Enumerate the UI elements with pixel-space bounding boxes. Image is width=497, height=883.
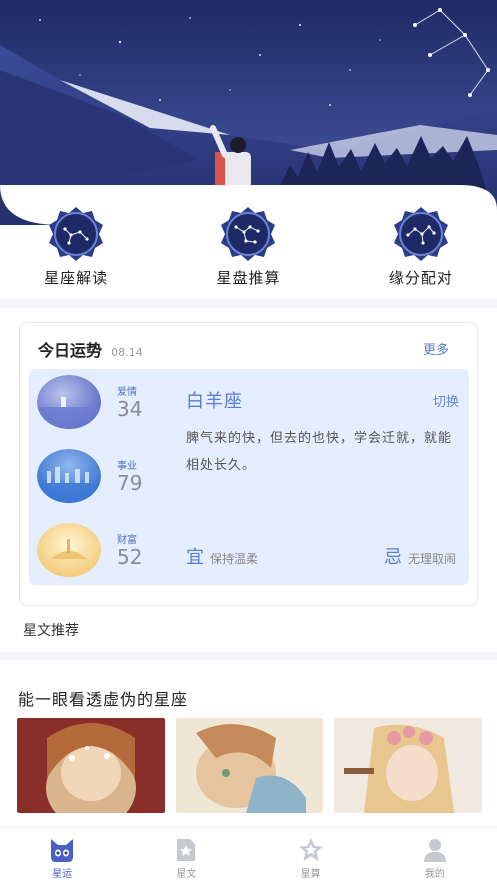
article-thumbnails [17, 718, 483, 813]
avoid-char: 忌 [383, 547, 402, 568]
card-header: 今日运势 08.14 更多 [38, 337, 449, 360]
stat-label: 财富 [117, 535, 137, 546]
card-date: 08.14 [111, 346, 143, 359]
constellation-badge-icon [219, 205, 277, 263]
constellation-badge-icon [392, 205, 450, 263]
tab-label: 星运 [52, 869, 73, 880]
cat-face-icon [48, 837, 76, 863]
love-image [37, 375, 101, 429]
card-title: 今日运势 [38, 341, 103, 360]
stat-value: 52 [117, 545, 143, 569]
more-link[interactable]: 更多 [423, 339, 449, 358]
quick-menu: 星座解读 星盘推算 缘分配对 [0, 205, 497, 297]
article-image[interactable] [17, 718, 165, 813]
section-divider [0, 652, 497, 660]
star-outline-icon [297, 837, 325, 863]
stat-career: 事业 79 [37, 449, 187, 505]
hero-banner [0, 0, 497, 225]
suitable-text: 保持温柔 [210, 552, 259, 566]
tab-star-articles[interactable]: 星文 [124, 828, 248, 883]
person-icon [421, 837, 449, 863]
menu-label: 星盘推算 [216, 269, 281, 287]
advice-row: 宜保持温柔 忌无理取闹 [186, 543, 456, 569]
menu-item-constellation-reading[interactable]: 星座解读 [0, 205, 162, 297]
document-star-icon [172, 837, 200, 863]
fortune-description: 脾气来的快，但去的也快，学会迁就，就能相处长久。 [186, 431, 453, 473]
daily-fortune-card: 今日运势 08.14 更多 爱情 34 事业 79 财富 52 白羊座 切换 脾… [19, 322, 478, 606]
fortune-panel: 爱情 34 事业 79 财富 52 白羊座 切换 脾气来的快，但去的也快，学会迁… [29, 369, 469, 585]
article-image[interactable] [175, 718, 324, 813]
section-divider [0, 298, 497, 308]
stat-label: 爱情 [117, 387, 137, 398]
zodiac-sign-name: 白羊座 [186, 391, 243, 412]
bottom-tab-bar: 星运 星文 星算 我的 [0, 827, 497, 883]
article-title[interactable]: 能一眼看透虚伪的星座 [18, 686, 188, 710]
stat-label: 事业 [117, 461, 137, 472]
tab-label: 星算 [300, 869, 321, 880]
constellation-badge-icon [47, 205, 105, 263]
stat-value: 34 [117, 397, 143, 421]
stat-love: 爱情 34 [37, 375, 187, 431]
suitable-char: 宜 [186, 547, 204, 568]
menu-item-fate-matching[interactable]: 缘分配对 [335, 205, 497, 297]
tab-label: 星文 [176, 869, 197, 880]
section-title-recommend: 星文推荐 [23, 623, 79, 639]
menu-label: 星座解读 [44, 269, 109, 287]
tab-label: 我的 [424, 869, 445, 880]
tab-star-calc[interactable]: 星算 [249, 828, 373, 883]
wealth-image [37, 523, 101, 577]
night-sky-illustration [0, 0, 497, 225]
tab-star-fortune[interactable]: 星运 [0, 828, 124, 883]
menu-item-chart-calculation[interactable]: 星盘推算 [162, 205, 334, 297]
article-image[interactable] [334, 718, 483, 813]
stat-wealth: 财富 52 [37, 523, 187, 579]
career-image [37, 449, 101, 503]
avoid-text: 无理取闹 [407, 552, 456, 566]
stat-value: 79 [117, 471, 143, 495]
switch-sign-button[interactable]: 切换 [433, 391, 459, 410]
tab-mine[interactable]: 我的 [373, 828, 497, 883]
avoid-block: 忌无理取闹 [384, 543, 456, 569]
menu-label: 缘分配对 [388, 269, 453, 287]
